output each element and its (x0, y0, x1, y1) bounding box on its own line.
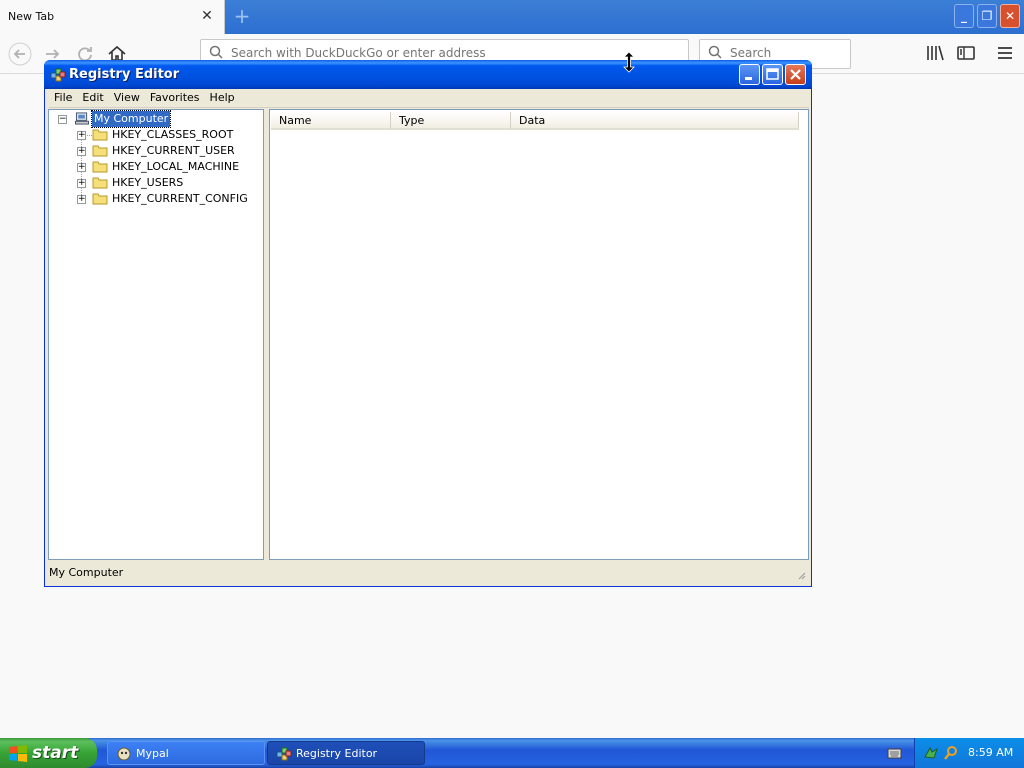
menu-favorites[interactable]: Favorites (145, 90, 205, 106)
taskbar-item-label: Mypal (136, 747, 169, 760)
address-input[interactable] (231, 46, 671, 60)
folder-icon (92, 161, 108, 173)
menu-file[interactable]: File (49, 90, 77, 106)
folder-icon (92, 193, 108, 205)
taskbar: start Mypal Registry Editor 8:59 AM (0, 738, 1024, 768)
network-icon[interactable] (923, 745, 939, 761)
registry-editor-window: Registry Editor File Edit View Favorites Hel… (44, 60, 812, 587)
registry-app-icon (276, 747, 292, 761)
back-arrow-icon[interactable] (8, 42, 32, 66)
windows-logo-icon (9, 745, 27, 762)
menu-bar: File Edit View Favorites Help (49, 89, 809, 108)
expand-icon[interactable]: + (77, 179, 86, 188)
start-label: start (32, 743, 79, 763)
tree-label-key: HKEY_LOCAL_MACHINE (112, 160, 240, 173)
library-icon[interactable] (924, 42, 946, 64)
start-button[interactable]: start (0, 738, 97, 768)
tree-label-key: HKEY_USERS (112, 176, 184, 189)
system-tray: 8:59 AM (914, 738, 1024, 768)
tree-item-hkey-current-user[interactable]: + HKEY_CURRENT_USER (49, 143, 263, 159)
column-header-name[interactable]: Name (271, 112, 391, 130)
resize-grip-icon[interactable] (796, 570, 806, 580)
folder-icon (92, 177, 108, 189)
maximize-button[interactable] (762, 64, 783, 85)
tree-item-hkey-local-machine[interactable]: + HKEY_LOCAL_MACHINE (49, 159, 263, 175)
tree-label-key: HKEY_CURRENT_CONFIG (112, 192, 248, 205)
search-input[interactable] (730, 46, 840, 60)
resize-cursor-icon (623, 51, 635, 73)
status-bar: My Computer (48, 564, 808, 582)
expand-icon[interactable]: + (77, 195, 86, 204)
tree-item-hkey-users[interactable]: + HKEY_USERS (49, 175, 263, 191)
sidebar-toggle-icon[interactable] (955, 42, 977, 64)
menu-edit[interactable]: Edit (77, 90, 108, 106)
collapse-icon[interactable]: − (58, 115, 67, 124)
browser-minimize-button[interactable]: _ (954, 4, 974, 28)
expand-icon[interactable]: + (77, 147, 86, 156)
registry-tree-pane[interactable]: − My Computer + HKEY_CLASSES_ROOT + HKEY… (48, 109, 264, 560)
browser-tab-bar: New Tab ✕ + _ ❐ ✕ (0, 0, 1024, 34)
folder-icon (92, 129, 108, 141)
expand-icon[interactable]: + (77, 163, 86, 172)
menu-help[interactable]: Help (205, 90, 240, 106)
column-header-data[interactable]: Data (511, 112, 799, 130)
status-text: My Computer (49, 566, 124, 579)
tree-item-hkey-current-config[interactable]: + HKEY_CURRENT_CONFIG (49, 191, 263, 207)
expand-icon[interactable]: + (77, 131, 86, 140)
new-tab-plus-icon[interactable]: + (232, 6, 252, 26)
keyboard-icon[interactable] (887, 746, 902, 760)
hamburger-menu-icon[interactable] (994, 42, 1016, 64)
registry-app-icon (50, 68, 66, 82)
tab-new-tab[interactable]: New Tab ✕ (0, 0, 225, 34)
registry-values-pane[interactable]: Name Type Data (269, 109, 809, 560)
menu-view[interactable]: View (109, 90, 145, 106)
search-icon (209, 45, 223, 59)
tab-title: New Tab (8, 10, 55, 23)
close-tab-icon[interactable]: ✕ (199, 8, 215, 24)
search-tray-icon[interactable] (943, 745, 959, 761)
computer-icon (75, 112, 89, 125)
taskbar-item-label: Registry Editor (296, 747, 378, 760)
tree-item-my-computer[interactable]: − My Computer (49, 110, 263, 128)
tree-label-key: HKEY_CLASSES_ROOT (112, 128, 234, 141)
folder-icon (92, 145, 108, 157)
tree-label-key: HKEY_CURRENT_USER (112, 144, 235, 157)
tree-item-hkey-classes-root[interactable]: + HKEY_CLASSES_ROOT (49, 127, 263, 143)
browser-restore-button[interactable]: ❐ (977, 4, 997, 28)
taskbar-item-registry-editor[interactable]: Registry Editor (267, 741, 425, 765)
browser-close-button[interactable]: ✕ (1000, 4, 1020, 28)
taskbar-item-mypal[interactable]: Mypal (107, 741, 265, 765)
mypal-app-icon (117, 747, 131, 761)
close-button[interactable] (785, 64, 806, 85)
minimize-button[interactable] (739, 64, 760, 85)
clock: 8:59 AM (968, 746, 1014, 759)
window-title-bar[interactable]: Registry Editor (44, 60, 812, 89)
search-icon (708, 45, 722, 59)
tree-label-root: My Computer (90, 110, 172, 128)
column-header-type[interactable]: Type (391, 112, 511, 130)
window-title: Registry Editor (69, 67, 180, 82)
